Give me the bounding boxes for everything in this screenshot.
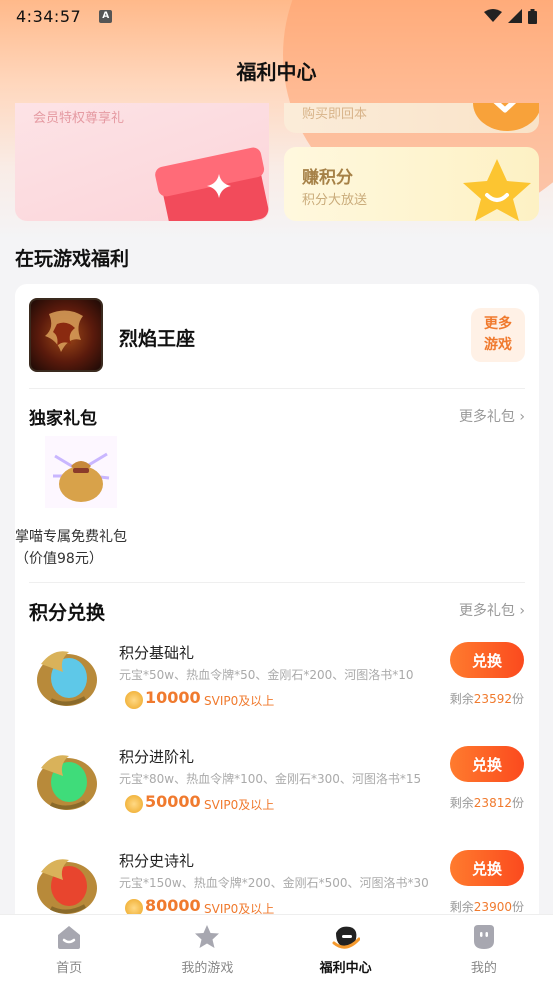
exclusive-gift-header: 独家礼包 更多礼包 › <box>29 404 525 429</box>
member-privilege-banner[interactable]: 会员特权尊享礼 <box>15 103 269 221</box>
exchange-item: 积分进阶礼 元宝*80w、热血令牌*100、金刚石*300、河图洛书*15 50… <box>15 742 539 828</box>
divider <box>29 582 525 583</box>
member-privilege-subtitle: 会员特权尊享礼 <box>33 111 125 126</box>
exchange-item-vip: SVIP0及以上 <box>204 694 275 708</box>
check-badge-icon <box>473 103 539 131</box>
battery-icon <box>528 8 537 24</box>
game-icon[interactable] <box>29 298 103 372</box>
status-icons <box>484 8 537 24</box>
coin-icon <box>125 691 143 709</box>
points-exchange-title: 积分兑换 <box>29 602 106 624</box>
game-name: 烈焰王座 <box>119 328 196 350</box>
tab-home-label: 首页 <box>56 961 83 976</box>
exchange-item-name: 积分基础礼 <box>119 644 195 662</box>
divider <box>29 388 525 389</box>
exchange-item-desc: 元宝*150w、热血令牌*200、金刚石*500、河图洛书*30 <box>119 876 429 890</box>
exchange-item-desc: 元宝*50w、热血令牌*50、金刚石*200、河图洛书*10 <box>119 668 414 682</box>
wifi-icon <box>484 9 502 22</box>
more-games-button[interactable]: 更多 游戏 <box>471 308 525 362</box>
exclusive-gift-price: （价值98元） <box>15 551 103 567</box>
buy-return-banner[interactable]: 购买即回本 <box>284 103 539 133</box>
game-welfare-card: 烈焰王座 更多 游戏 独家礼包 更多礼包 › 掌喵专属免费礼包 （价值98元） 积… <box>15 284 539 944</box>
exchange-item-remaining: 剩余23812份 <box>449 796 524 810</box>
exchange-item-remaining: 剩余23900份 <box>449 900 524 914</box>
exchange-item-remaining: 剩余23592份 <box>449 692 524 706</box>
buy-return-subtitle: 购买即回本 <box>302 107 368 122</box>
earn-points-title: 赚积分 <box>302 168 353 188</box>
tab-mine-label: 我的 <box>470 961 497 976</box>
exchange-button[interactable]: 兑换 <box>450 746 524 782</box>
beast-artifact-icon <box>37 755 97 810</box>
exchange-more-gifts-link[interactable]: 更多礼包 › <box>459 600 525 620</box>
gift-bag-icon <box>45 436 117 508</box>
beast-artifact-icon <box>37 859 97 914</box>
profile-icon <box>473 925 494 949</box>
earn-points-subtitle: 积分大放送 <box>302 193 368 208</box>
exchange-item-name: 积分史诗礼 <box>119 852 195 870</box>
tab-mine[interactable]: 我的 <box>415 915 553 984</box>
bottom-tab-bar: 首页 我的游戏 福利中心 我的 <box>0 914 553 984</box>
tab-welfare-center[interactable]: 福利中心 <box>277 915 415 984</box>
exchange-item-vip: SVIP0及以上 <box>204 798 275 812</box>
notification-a-icon: A <box>99 9 113 23</box>
exclusive-gift-name: 掌喵专属免费礼包 <box>15 529 127 545</box>
exchange-item-name: 积分进阶礼 <box>119 748 195 766</box>
home-icon <box>58 926 81 949</box>
exchange-item: 积分基础礼 元宝*50w、热血令牌*50、金刚石*200、河图洛书*10 100… <box>15 638 539 724</box>
tab-home[interactable]: 首页 <box>0 915 138 984</box>
status-bar: 4:34:57 A <box>0 0 553 32</box>
tab-my-games[interactable]: 我的游戏 <box>138 915 276 984</box>
game-logo-icon <box>45 310 83 352</box>
smile-star-icon <box>463 159 531 221</box>
earn-points-banner[interactable]: 赚积分 积分大放送 <box>284 147 539 221</box>
exchange-item-points: 10000 <box>145 688 201 707</box>
tab-my-games-label: 我的游戏 <box>181 961 234 976</box>
exchange-item-points: 80000 <box>145 896 201 915</box>
welfare-icon <box>332 926 360 949</box>
points-exchange-header: 积分兑换 更多礼包 › <box>29 598 525 624</box>
page-title: 福利中心 <box>236 60 317 84</box>
exclusive-gift-title: 独家礼包 <box>29 409 97 429</box>
section-title-playing-games: 在玩游戏福利 <box>15 248 130 270</box>
star-icon <box>195 925 220 948</box>
beast-artifact-icon <box>37 651 97 706</box>
status-time: 4:34:57 <box>16 6 82 26</box>
signal-icon <box>508 9 522 23</box>
coin-icon <box>125 795 143 813</box>
exchange-button[interactable]: 兑换 <box>450 642 524 678</box>
exclusive-more-gifts-link[interactable]: 更多礼包 › <box>459 406 525 426</box>
more-games-label: 更多 游戏 <box>484 316 512 353</box>
red-gift-icon <box>155 147 269 221</box>
exchange-item-points: 50000 <box>145 792 201 811</box>
tab-welfare-center-label: 福利中心 <box>319 961 372 976</box>
exchange-button[interactable]: 兑换 <box>450 850 524 886</box>
game-row: 烈焰王座 更多 游戏 <box>29 298 525 374</box>
exchange-item-desc: 元宝*80w、热血令牌*100、金刚石*300、河图洛书*15 <box>119 772 422 786</box>
